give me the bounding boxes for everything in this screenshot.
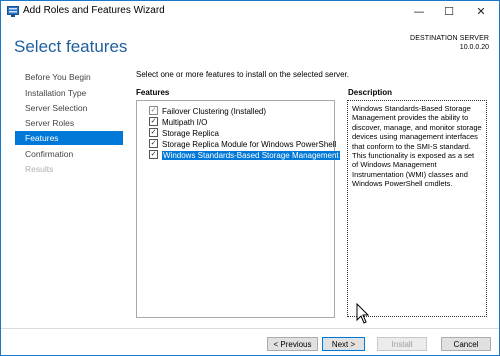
next-button[interactable]: Next > [322,337,365,351]
feature-label: Multipath I/O [162,118,208,127]
content-area: Select one or more features to install o… [136,68,496,333]
server-manager-icon [7,6,19,17]
feature-label: Failover Clustering (Installed) [162,107,267,116]
feature-item[interactable]: ✓ Storage Replica [149,128,219,139]
previous-button[interactable]: < Previous [267,337,318,351]
window-title: Add Roles and Features Wizard [23,5,165,16]
nav-item-before-you-begin[interactable]: Before You Begin [15,70,123,84]
nav-item-confirmation[interactable]: Confirmation [15,147,123,161]
wizard-window: Add Roles and Features Wizard — ☐ ✕ Sele… [0,0,500,356]
features-tree[interactable]: ✓ Failover Clustering (Installed) ✓ Multip… [136,100,340,318]
checkbox[interactable]: ✓ [149,117,158,127]
nav-item-server-roles[interactable]: Server Roles [15,116,123,130]
nav-item-installation-type[interactable]: Installation Type [15,86,123,100]
close-button[interactable]: ✕ [466,1,496,23]
title-bar[interactable]: Add Roles and Features Wizard — ☐ ✕ [1,1,499,23]
checkbox[interactable]: ✓ [149,128,158,138]
destination-server-value: 10.0.0.20 [459,44,489,51]
description-header: Description [348,88,393,97]
features-header: Features [136,88,170,97]
feature-item[interactable]: ✓ Storage Replica Module for Windows Powe… [149,139,337,150]
destination-server-label: DESTINATION SERVER [410,35,489,42]
nav-item-server-selection[interactable]: Server Selection [15,101,123,115]
install-button: Install [377,337,427,351]
wizard-header: Select features DESTINATION SERVER 10.0.… [1,23,499,68]
feature-item[interactable]: ✓ Windows Standards-Based Storage Managem… [149,150,340,161]
feature-item[interactable]: ✓ Failover Clustering (Installed) [149,106,267,117]
nav-item-results: Results [25,164,54,174]
page-title: Select features [14,37,128,56]
footer-divider [1,328,499,329]
maximize-button[interactable]: ☐ [434,1,464,23]
checkbox[interactable]: ✓ [149,150,158,160]
nav-item-features[interactable]: Features [15,131,123,145]
feature-label: Storage Replica Module for Windows Power… [162,140,337,149]
checkbox[interactable]: ✓ [149,106,158,116]
mouse-cursor-icon [356,303,370,324]
cancel-button[interactable]: Cancel [441,337,491,351]
feature-label: Windows Standards-Based Storage Manageme… [162,151,340,160]
feature-item[interactable]: ✓ Multipath I/O [149,117,208,128]
feature-label: Storage Replica [162,129,219,138]
instruction-text: Select one or more features to install o… [136,70,350,79]
description-panel: Windows Standards-Based Storage Manageme… [347,100,487,317]
checkbox[interactable]: ✓ [149,139,158,149]
minimize-button[interactable]: — [404,1,434,23]
wizard-nav: Before You Begin Installation Type Serve… [1,68,126,328]
